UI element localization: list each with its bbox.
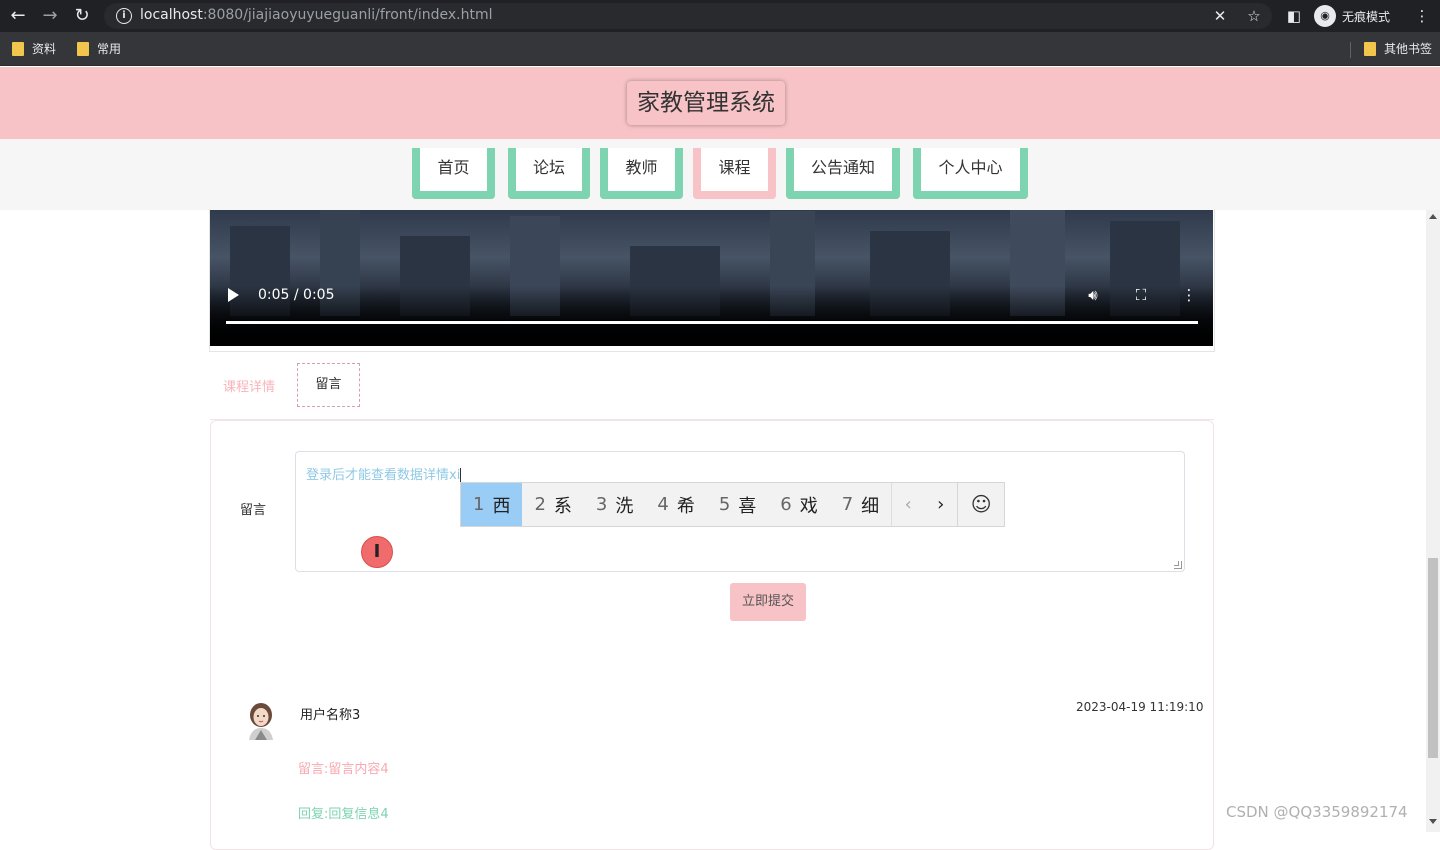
- ime-candidate[interactable]: 1西: [461, 483, 523, 526]
- fullscreen-icon[interactable]: ⛶: [1131, 286, 1151, 304]
- message-input-text: 登录后才能查看数据详情xi: [306, 468, 462, 483]
- comment-reply: 回复:回复信息4: [298, 807, 389, 822]
- ime-candidate-bar: 1西 2系 3洗 4希 5喜 6戏 7细 ‹ › ☺: [460, 482, 1005, 527]
- folder-icon: [12, 41, 24, 56]
- address-bar[interactable]: i localhost:8080/jiajiaoyuyueguanli/fron…: [104, 3, 1272, 29]
- tab-course-detail[interactable]: 课程详情: [223, 376, 275, 395]
- folder-icon: [77, 41, 89, 56]
- main-nav: 首页 论坛 教师 课程 公告通知 个人中心: [0, 139, 1440, 210]
- ime-emoji-icon[interactable]: ☺: [957, 483, 1004, 526]
- site-header: 家教管理系统: [0, 67, 1440, 139]
- watermark: CSDN @QQ3359892174: [1226, 803, 1408, 821]
- nav-announcements[interactable]: 公告通知: [786, 148, 900, 199]
- tab-message[interactable]: 留言: [297, 363, 360, 407]
- submit-button[interactable]: 立即提交: [730, 583, 806, 621]
- ime-candidate[interactable]: 4希: [645, 483, 706, 526]
- video-controls-shade: [210, 286, 1213, 346]
- bookmark-star-icon[interactable]: ☆: [1244, 6, 1264, 26]
- comment-username: 用户名称3: [300, 708, 361, 723]
- browser-toolbar: ← → ↻ i localhost:8080/jiajiaoyuyueguanl…: [0, 0, 1440, 32]
- avatar: [249, 703, 273, 740]
- page-scrollbar[interactable]: [1426, 210, 1440, 832]
- text-caret: [460, 468, 462, 483]
- bookmark-label: 资料: [32, 42, 57, 56]
- play-icon[interactable]: [228, 288, 239, 302]
- nav-forum[interactable]: 论坛: [508, 148, 590, 199]
- incognito-icon: ◉: [1314, 5, 1336, 27]
- bookmarks-bar: 资料 常用 其他书签: [0, 32, 1440, 66]
- menu-kebab-icon[interactable]: ⋮: [1410, 4, 1434, 28]
- message-label: 留言: [240, 503, 267, 518]
- video-time: 0:05 / 0:05: [258, 287, 335, 303]
- scroll-down-icon[interactable]: [1429, 819, 1437, 824]
- blocked-popup-icon[interactable]: ✕: [1210, 6, 1230, 26]
- ime-candidate[interactable]: 2系: [522, 483, 583, 526]
- other-bookmarks[interactable]: 其他书签: [1364, 40, 1432, 57]
- reload-icon[interactable]: ↻: [70, 4, 94, 28]
- nav-courses[interactable]: 课程: [693, 148, 776, 199]
- incognito-label: 无痕模式: [1342, 9, 1391, 24]
- scroll-up-icon[interactable]: [1429, 214, 1437, 219]
- bookmark-folder-ziliao[interactable]: 资料: [12, 40, 56, 57]
- ime-next-icon[interactable]: ›: [924, 483, 957, 526]
- incognito-indicator[interactable]: ◉ 无痕模式: [1314, 4, 1390, 28]
- other-bookmarks-label: 其他书签: [1384, 42, 1433, 56]
- text-cursor-icon: I: [361, 536, 393, 568]
- video-player[interactable]: 0:05 / 0:05 🔊︎ ⛶ ⋮: [210, 210, 1213, 346]
- ime-candidate[interactable]: 5喜: [707, 483, 768, 526]
- bookmark-label: 常用: [97, 42, 122, 56]
- resize-handle-icon[interactable]: [1174, 561, 1182, 569]
- nav-teachers[interactable]: 教师: [600, 148, 683, 199]
- volume-icon[interactable]: 🔊︎: [1083, 286, 1103, 304]
- comment-message: 留言:留言内容4: [298, 762, 389, 777]
- forward-icon[interactable]: →: [38, 4, 62, 28]
- comment-time: 2023-04-19 11:19:10: [1076, 700, 1204, 714]
- nav-personal-center[interactable]: 个人中心: [913, 148, 1028, 199]
- ime-prev-icon[interactable]: ‹: [891, 483, 924, 526]
- url-text: localhost:8080/jiajiaoyuyueguanli/front/…: [140, 7, 493, 23]
- folder-icon: [1364, 41, 1376, 56]
- site-info-icon[interactable]: i: [116, 8, 132, 24]
- site-title: 家教管理系统: [627, 81, 785, 125]
- side-panel-icon[interactable]: ◧: [1282, 4, 1306, 28]
- bookmarks-divider: [1350, 42, 1351, 58]
- back-icon[interactable]: ←: [6, 4, 30, 28]
- bookmark-folder-changyong[interactable]: 常用: [77, 40, 121, 57]
- scroll-thumb[interactable]: [1428, 558, 1438, 758]
- ime-candidate[interactable]: 6戏: [768, 483, 829, 526]
- ime-candidate[interactable]: 7细: [830, 483, 891, 526]
- video-progress-bar[interactable]: [226, 321, 1198, 324]
- more-options-icon[interactable]: ⋮: [1179, 286, 1199, 304]
- nav-home[interactable]: 首页: [412, 148, 495, 199]
- ime-candidate[interactable]: 3洗: [584, 483, 645, 526]
